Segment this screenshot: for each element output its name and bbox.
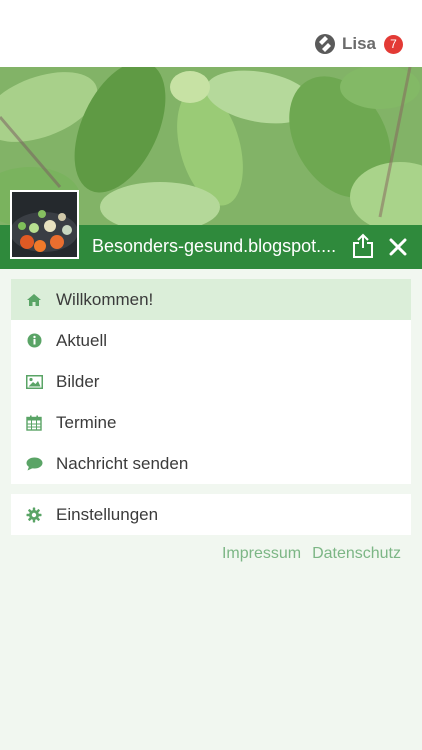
- home-icon: [25, 291, 43, 309]
- page-title: Besonders-gesund.blogspot....: [92, 236, 337, 256]
- menu-item-label: Termine: [56, 412, 117, 432]
- user-menu[interactable]: Lisa 7: [314, 33, 403, 55]
- menu-item-label: Nachricht senden: [56, 453, 189, 473]
- menu-item-willkommen[interactable]: Willkommen!: [11, 279, 411, 320]
- profile-thumbnail: [10, 190, 79, 259]
- menu-item-termine[interactable]: Termine: [11, 402, 411, 443]
- app-logo-icon: [314, 34, 335, 54]
- gear-icon: [25, 506, 43, 524]
- menu-item-label: Willkommen!: [56, 289, 154, 309]
- menu-item-aktuell[interactable]: Aktuell: [11, 320, 411, 361]
- footer-links: Impressum Datenschutz: [211, 545, 401, 563]
- menu-item-nachricht-senden[interactable]: Nachricht senden: [11, 443, 411, 484]
- settings-menu: Einstellungen: [11, 494, 411, 535]
- user-name: Lisa: [341, 34, 376, 53]
- image-icon: [25, 373, 43, 391]
- notification-badge[interactable]: 7: [384, 34, 403, 54]
- menu-item-einstellungen[interactable]: Einstellungen: [11, 494, 411, 535]
- impressum-link[interactable]: Impressum: [222, 545, 301, 563]
- menu-item-label: Aktuell: [56, 330, 108, 350]
- calendar-icon: [25, 414, 43, 432]
- info-icon: [25, 332, 43, 350]
- menu-item-label: Einstellungen: [56, 504, 159, 524]
- close-icon[interactable]: [388, 237, 408, 257]
- chat-bubble-icon: [25, 455, 43, 473]
- menu-item-bilder[interactable]: Bilder: [11, 361, 411, 402]
- main-menu: Willkommen! Aktuell Bilder Termine Nachr…: [11, 279, 411, 484]
- menu-item-label: Bilder: [56, 371, 100, 391]
- top-bar: Lisa 7: [0, 0, 422, 67]
- share-icon[interactable]: [352, 233, 374, 259]
- datenschutz-link[interactable]: Datenschutz: [312, 545, 401, 563]
